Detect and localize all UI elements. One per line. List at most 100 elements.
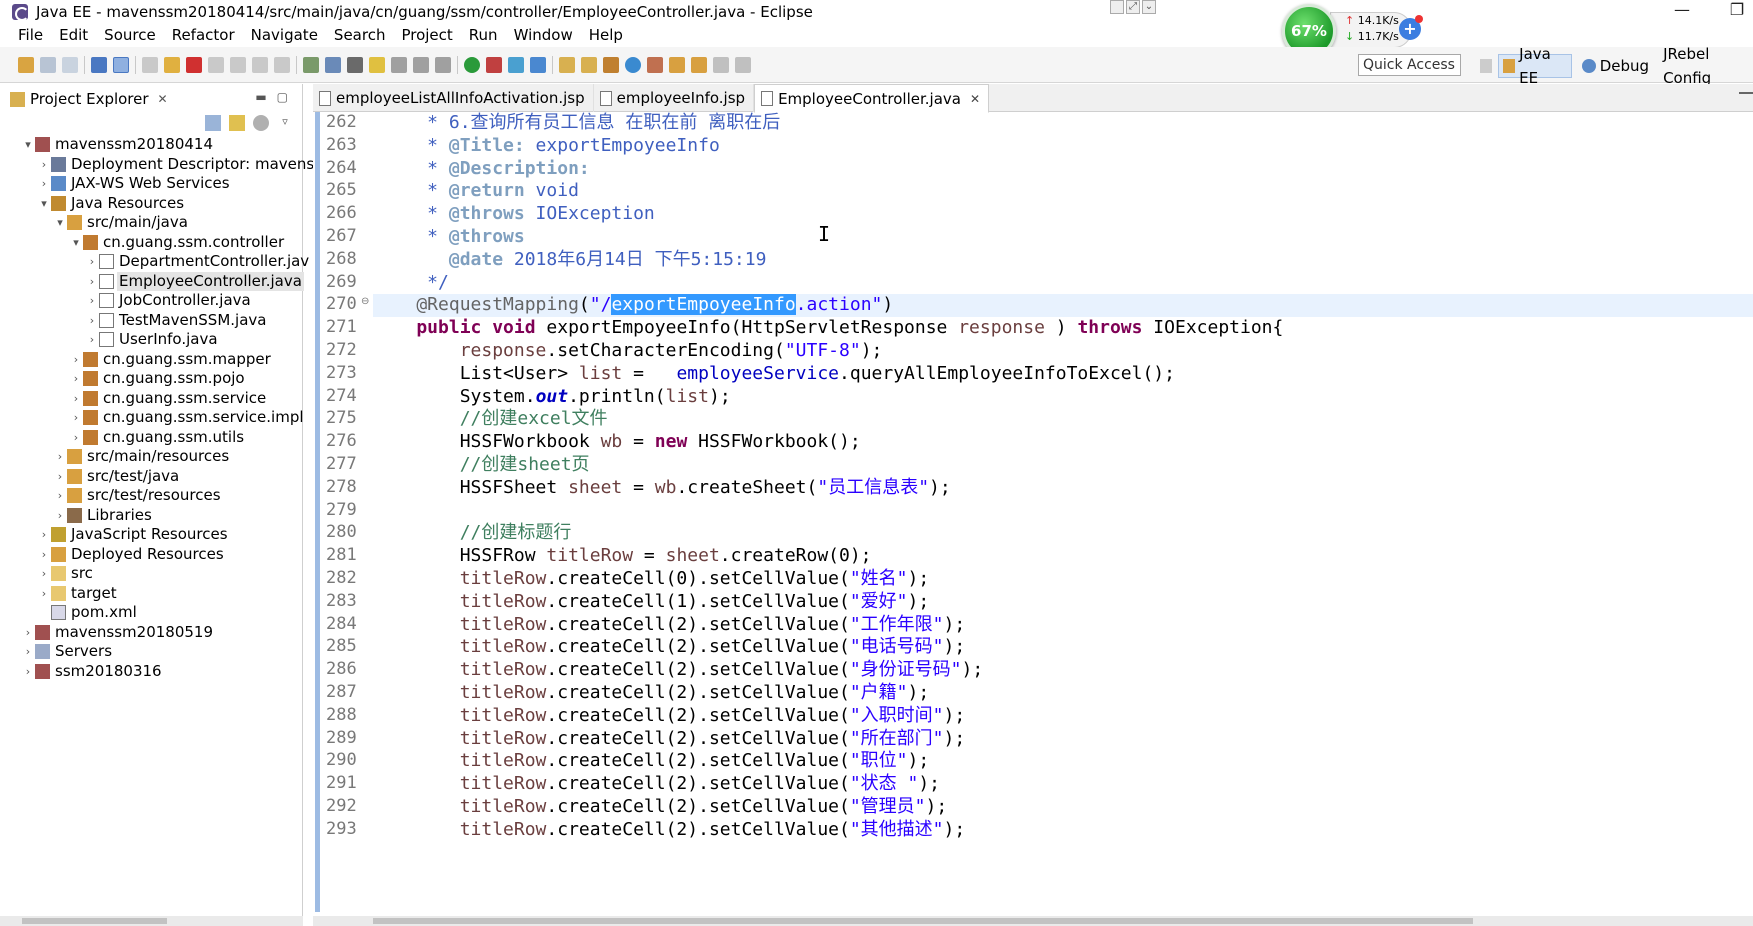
menu-navigate[interactable]: Navigate bbox=[243, 26, 326, 44]
terminate-icon[interactable] bbox=[186, 57, 202, 73]
tree-item[interactable]: › target bbox=[0, 584, 303, 604]
debug-icon[interactable] bbox=[530, 57, 546, 73]
chevron-down-icon[interactable]: ▾ bbox=[23, 135, 33, 155]
chevron-right-icon[interactable]: › bbox=[23, 623, 33, 643]
menu-run[interactable]: Run bbox=[461, 26, 506, 44]
view-menu-icon[interactable]: ▿ bbox=[277, 115, 293, 131]
maximize-icon[interactable]: ▢ bbox=[277, 90, 288, 104]
chevron-down-icon[interactable]: ⌄ bbox=[1142, 0, 1156, 14]
filters-icon[interactable] bbox=[253, 115, 269, 131]
code-line[interactable]: titleRow.createCell(2).setCellValue("身份证… bbox=[373, 659, 1753, 682]
chevron-right-icon[interactable]: › bbox=[55, 506, 65, 526]
tree-item[interactable]: › EmployeeController.java bbox=[0, 271, 304, 291]
tree-item[interactable]: › ssm20180316 bbox=[0, 662, 303, 682]
code-line[interactable]: titleRow.createCell(2).setCellValue("入职时… bbox=[373, 705, 1753, 728]
external-tools-icon[interactable] bbox=[347, 57, 363, 73]
perspective-java-ee[interactable]: Java EE bbox=[1498, 45, 1572, 87]
word-wrap-icon[interactable] bbox=[435, 57, 451, 73]
code-line[interactable] bbox=[373, 500, 1753, 523]
chevron-right-icon[interactable]: › bbox=[39, 564, 49, 584]
code-line[interactable]: titleRow.createCell(2).setCellValue("工作年… bbox=[373, 614, 1753, 637]
globe-icon[interactable] bbox=[625, 57, 641, 73]
chevron-right-icon[interactable]: › bbox=[87, 252, 97, 272]
chevron-right-icon[interactable]: › bbox=[39, 545, 49, 565]
menu-file[interactable]: File bbox=[11, 26, 51, 44]
tree-item[interactable]: › cn.guang.ssm.pojo bbox=[0, 369, 303, 389]
chevron-down-icon[interactable]: ▾ bbox=[71, 233, 81, 253]
chevron-down-icon[interactable]: ▾ bbox=[55, 213, 65, 233]
chevron-right-icon[interactable]: › bbox=[55, 467, 65, 487]
console-icon[interactable] bbox=[91, 57, 107, 73]
scroll-thumb[interactable] bbox=[373, 918, 1473, 924]
tab-employee-info-jsp[interactable]: employeeInfo.jsp bbox=[594, 84, 755, 112]
step-into-icon[interactable] bbox=[230, 57, 246, 73]
run-config-icon[interactable] bbox=[486, 57, 502, 73]
tab-employee-list-jsp[interactable]: employeeListAllInfoActivation.jsp bbox=[313, 84, 594, 112]
step-over-icon[interactable] bbox=[252, 57, 268, 73]
code-line[interactable]: HSSFSheet sheet = wb.createSheet("员工信息表"… bbox=[373, 477, 1753, 500]
code-line[interactable]: * 6.查询所有员工信息 在职在前 离职在后 bbox=[373, 112, 1753, 135]
code-line[interactable]: titleRow.createCell(2).setCellValue("状态 … bbox=[373, 773, 1753, 796]
tree-item[interactable]: › DepartmentController.jav bbox=[0, 252, 309, 272]
link-with-editor-icon[interactable] bbox=[229, 115, 245, 131]
chevron-right-icon[interactable]: › bbox=[39, 525, 49, 545]
resume-icon[interactable] bbox=[142, 57, 158, 73]
quick-access-input[interactable]: Quick Access bbox=[1358, 54, 1461, 76]
open-perspective-icon[interactable] bbox=[1480, 59, 1493, 73]
chevron-right-icon[interactable]: › bbox=[71, 428, 81, 448]
accelerate-button[interactable]: + bbox=[1399, 15, 1423, 40]
code-line[interactable]: titleRow.createCell(1).setCellValue("爱好"… bbox=[373, 591, 1753, 614]
chevron-down-icon[interactable]: ▾ bbox=[39, 194, 49, 214]
grid-layout-icon[interactable] bbox=[1110, 0, 1124, 14]
chevron-right-icon[interactable]: › bbox=[55, 486, 65, 506]
chevron-right-icon[interactable]: › bbox=[39, 584, 49, 604]
close-icon[interactable]: ✕ bbox=[158, 92, 168, 106]
code-line[interactable]: System.out.println(list); bbox=[373, 386, 1753, 409]
maximize-button[interactable]: ❐ bbox=[1722, 0, 1752, 19]
next-annotation-icon[interactable] bbox=[669, 57, 685, 73]
code-line[interactable]: //创建标题行 bbox=[373, 522, 1753, 545]
explorer-horizontal-scrollbar[interactable] bbox=[0, 916, 303, 926]
menu-search[interactable]: Search bbox=[326, 26, 394, 44]
open-type-icon[interactable] bbox=[559, 57, 575, 73]
menu-project[interactable]: Project bbox=[393, 26, 460, 44]
highlight-icon[interactable] bbox=[369, 57, 385, 73]
task-icon[interactable] bbox=[603, 57, 619, 73]
back-icon[interactable] bbox=[713, 57, 729, 73]
code-line[interactable]: HSSFWorkbook wb = new HSSFWorkbook(); bbox=[373, 431, 1753, 454]
code-line[interactable]: //创建sheet页 bbox=[373, 454, 1753, 477]
save-icon[interactable] bbox=[40, 57, 56, 73]
block-selection-icon[interactable] bbox=[413, 57, 429, 73]
tree-item[interactable]: › Libraries bbox=[0, 506, 303, 526]
prev-annotation-icon[interactable] bbox=[691, 57, 707, 73]
code-line[interactable]: titleRow.createCell(2).setCellValue("职位"… bbox=[373, 750, 1753, 773]
open-folder-icon[interactable] bbox=[581, 57, 597, 73]
chevron-right-icon[interactable]: › bbox=[23, 662, 33, 682]
show-whitespace-icon[interactable] bbox=[391, 57, 407, 73]
tree-item[interactable]: › mavenssm20180519 bbox=[0, 623, 303, 643]
chevron-right-icon[interactable]: › bbox=[71, 389, 81, 409]
tree-item[interactable]: › UserInfo.java bbox=[0, 330, 303, 350]
editor-horizontal-scrollbar[interactable] bbox=[313, 916, 1753, 926]
code-line[interactable]: * @Description: bbox=[373, 158, 1753, 181]
forward-icon[interactable] bbox=[735, 57, 751, 73]
save-all-icon[interactable] bbox=[62, 57, 78, 73]
chevron-right-icon[interactable]: › bbox=[71, 408, 81, 428]
chevron-right-icon[interactable]: › bbox=[71, 350, 81, 370]
tree-item[interactable]: › src/main/resources bbox=[0, 447, 303, 467]
suspend-icon[interactable] bbox=[164, 57, 180, 73]
tree-item[interactable]: › cn.guang.ssm.service.impl bbox=[0, 408, 304, 428]
menu-window[interactable]: Window bbox=[506, 26, 581, 44]
menu-source[interactable]: Source bbox=[96, 26, 164, 44]
new-icon[interactable] bbox=[18, 57, 34, 73]
tree-item[interactable]: pom.xml bbox=[0, 603, 303, 623]
code-line[interactable]: HSSFRow titleRow = sheet.createRow(0); bbox=[373, 545, 1753, 568]
menu-edit[interactable]: Edit bbox=[51, 26, 96, 44]
menu-help[interactable]: Help bbox=[581, 26, 631, 44]
scroll-thumb[interactable] bbox=[22, 918, 167, 924]
minimize-button[interactable]: — bbox=[1667, 0, 1697, 19]
tree-item[interactable]: › TestMavenSSM.java bbox=[0, 311, 303, 331]
code-line[interactable]: * @throws IOException bbox=[373, 203, 1753, 226]
tree-item[interactable]: › JobController.java bbox=[0, 291, 303, 311]
collapse-all-icon[interactable] bbox=[205, 115, 221, 131]
